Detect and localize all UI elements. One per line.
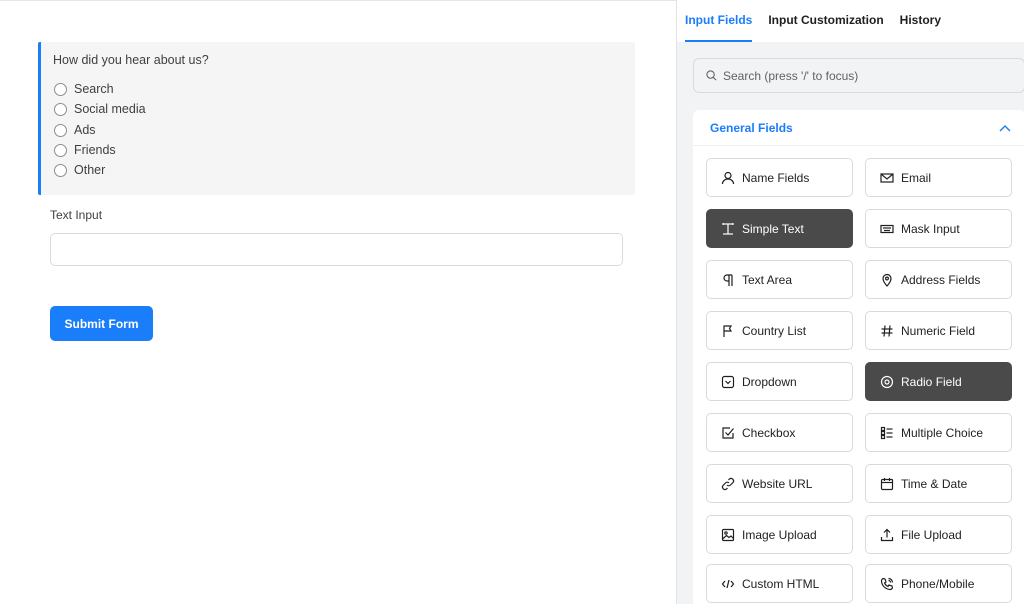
field-label: Mask Input — [901, 221, 960, 236]
radio-circle-icon[interactable] — [54, 123, 67, 137]
field-label: Image Upload — [742, 527, 817, 542]
radio-option-label: Search — [74, 82, 114, 96]
keyboard-icon — [879, 221, 895, 237]
field-label: Custom HTML — [742, 576, 820, 591]
map-pin-icon — [879, 272, 895, 288]
radio-option-label: Friends — [74, 143, 116, 157]
chevron-up-icon[interactable] — [999, 124, 1011, 132]
field-label: Dropdown — [742, 374, 797, 389]
field-label: File Upload — [901, 527, 962, 542]
tab-input-fields[interactable]: Input Fields — [685, 0, 753, 42]
field-multiple-choice[interactable]: Multiple Choice — [865, 413, 1012, 452]
field-simple-text[interactable]: Simple Text — [706, 209, 853, 248]
field-label: Radio Field — [901, 374, 962, 389]
hash-icon — [879, 323, 895, 339]
code-icon — [720, 576, 736, 592]
field-label: Numeric Field — [901, 323, 976, 338]
field-label: Website URL — [742, 476, 813, 491]
list-icon — [879, 425, 895, 441]
radio-option-social-media[interactable]: Social media — [54, 101, 146, 117]
submit-form-button[interactable]: Submit Form — [50, 306, 153, 341]
link-icon — [720, 476, 736, 492]
field-label: Phone/Mobile — [901, 576, 975, 591]
search-icon — [706, 70, 717, 81]
field-numeric-field[interactable]: Numeric Field — [865, 311, 1012, 350]
field-label: Multiple Choice — [901, 425, 984, 440]
field-label: Checkbox — [742, 425, 796, 440]
envelope-icon — [879, 170, 895, 186]
field-file-upload[interactable]: File Upload — [865, 515, 1012, 554]
radio-option-friends[interactable]: Friends — [54, 142, 116, 158]
form-editor-canvas: How did you hear about us? Search Social… — [0, 0, 676, 604]
radio-option-ads[interactable]: Ads — [54, 122, 96, 138]
field-custom-html[interactable]: Custom HTML — [706, 564, 853, 603]
radio-icon — [879, 374, 895, 390]
field-name-fields[interactable]: Name Fields — [706, 158, 853, 197]
field-phone-mobile[interactable]: Phone/Mobile — [865, 564, 1012, 603]
field-email[interactable]: Email — [865, 158, 1012, 197]
text-input-label: Text Input — [50, 208, 103, 222]
field-search[interactable] — [693, 58, 1024, 93]
radio-option-label: Other — [74, 163, 106, 177]
dropdown-icon — [720, 374, 736, 390]
image-icon — [720, 527, 736, 543]
field-country-list[interactable]: Country List — [706, 311, 853, 350]
section-title: General Fields — [710, 120, 793, 135]
field-label: Email — [901, 170, 932, 185]
search-input[interactable] — [723, 68, 1013, 83]
radio-option-label: Ads — [74, 123, 96, 137]
field-address-fields[interactable]: Address Fields — [865, 260, 1012, 299]
radio-question-label: How did you hear about us? — [53, 53, 209, 67]
text-input-field[interactable] — [50, 233, 623, 266]
fields-sidebar: Input Fields Input Customization History… — [676, 0, 1024, 604]
phone-icon — [879, 576, 895, 592]
field-dropdown[interactable]: Dropdown — [706, 362, 853, 401]
checkbox-icon — [720, 425, 736, 441]
tab-history[interactable]: History — [900, 0, 941, 42]
person-icon — [720, 170, 736, 186]
radio-field-block[interactable]: How did you hear about us? Search Social… — [38, 42, 635, 195]
radio-option-label: Social media — [74, 102, 146, 116]
field-radio-field[interactable]: Radio Field — [865, 362, 1012, 401]
radio-circle-icon[interactable] — [54, 163, 67, 177]
field-label: Text Area — [742, 272, 793, 287]
sidebar-tabs: Input Fields Input Customization History — [677, 0, 1024, 42]
radio-circle-icon[interactable] — [54, 82, 67, 96]
flag-icon — [720, 323, 736, 339]
field-text-area[interactable]: Text Area — [706, 260, 853, 299]
field-label: Country List — [742, 323, 807, 338]
tab-input-customization[interactable]: Input Customization — [768, 0, 883, 42]
field-website-url[interactable]: Website URL — [706, 464, 853, 503]
field-label: Time & Date — [901, 476, 968, 491]
general-fields-header[interactable]: General Fields — [693, 110, 1024, 146]
radio-option-other[interactable]: Other — [54, 162, 105, 178]
general-fields-section: General Fields Name Fields Email Simple … — [693, 110, 1024, 604]
text-cursor-icon — [720, 221, 736, 237]
field-time-date[interactable]: Time & Date — [865, 464, 1012, 503]
field-label: Simple Text — [742, 221, 804, 236]
field-mask-input[interactable]: Mask Input — [865, 209, 1012, 248]
radio-circle-icon[interactable] — [54, 143, 67, 157]
paragraph-icon — [720, 272, 736, 288]
field-label: Address Fields — [901, 272, 981, 287]
field-label: Name Fields — [742, 170, 810, 185]
calendar-icon — [879, 476, 895, 492]
radio-circle-icon[interactable] — [54, 102, 67, 116]
radio-option-search[interactable]: Search — [54, 81, 114, 97]
field-image-upload[interactable]: Image Upload — [706, 515, 853, 554]
field-checkbox[interactable]: Checkbox — [706, 413, 853, 452]
upload-icon — [879, 527, 895, 543]
